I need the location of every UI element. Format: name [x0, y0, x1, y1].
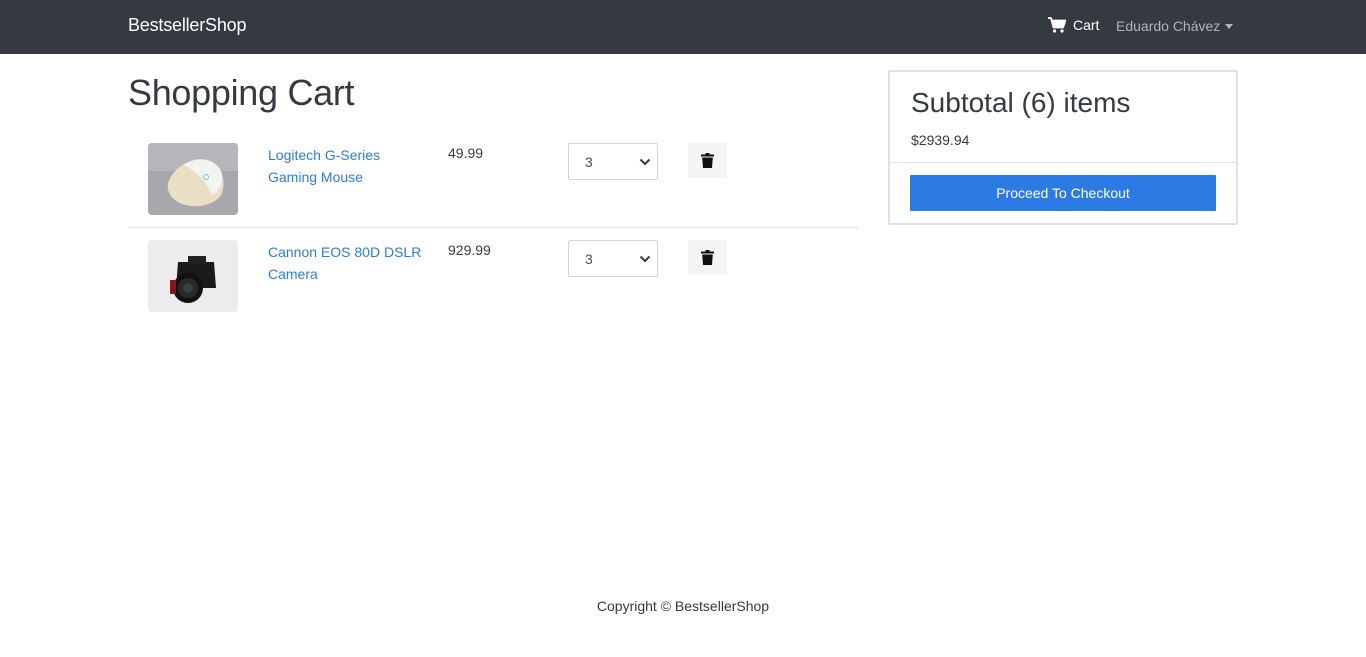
top-navbar: BestsellerShop Cart Eduardo Chávez	[0, 0, 1366, 54]
subtotal-amount: $2939.94	[911, 132, 970, 148]
footer-copyright: Copyright © BestsellerShop	[596, 598, 770, 614]
subtotal-heading: Subtotal (6) items	[911, 87, 1131, 118]
quantity-value: 3	[585, 250, 593, 267]
brand-link[interactable]: BestsellerShop	[128, 15, 246, 36]
user-name: Eduardo Chávez	[1116, 18, 1221, 34]
chevron-down-icon	[639, 158, 651, 166]
page-title: Shopping Cart	[128, 72, 355, 113]
product-link[interactable]: Logitech G-Series Gaming Mouse	[268, 144, 428, 188]
product-image[interactable]	[148, 240, 238, 312]
quantity-select[interactable]: 3	[568, 143, 658, 180]
chevron-down-icon	[639, 255, 651, 263]
caret-down-icon	[1225, 23, 1234, 29]
user-dropdown[interactable]: Eduardo Chávez	[1116, 18, 1234, 34]
product-price: 49.99	[448, 145, 484, 161]
camera-photo-icon	[148, 240, 238, 312]
nav-cart-label: Cart	[1073, 17, 1100, 33]
delete-item-button[interactable]	[688, 240, 727, 275]
proceed-to-checkout-button[interactable]: Proceed To Checkout	[910, 175, 1216, 211]
trash-icon	[701, 153, 714, 168]
product-image[interactable]	[148, 143, 238, 215]
order-summary-card: Subtotal (6) items $2939.94 Proceed To C…	[888, 70, 1238, 225]
product-link[interactable]: Cannon EOS 80D DSLR Camera	[268, 241, 428, 285]
delete-item-button[interactable]	[688, 143, 727, 178]
shopping-cart-icon	[1048, 17, 1066, 33]
cart-item-row: Cannon EOS 80D DSLR Camera 929.99 3	[128, 228, 858, 325]
trash-icon	[701, 250, 714, 265]
product-price: 929.99	[448, 242, 491, 258]
nav-cart-link[interactable]: Cart	[1048, 17, 1099, 33]
summary-divider	[890, 162, 1236, 163]
mouse-photo-icon	[148, 143, 238, 215]
quantity-value: 3	[585, 153, 593, 170]
quantity-select[interactable]: 3	[568, 240, 658, 277]
cart-item-row: Logitech G-Series Gaming Mouse 49.99 3	[128, 131, 858, 228]
